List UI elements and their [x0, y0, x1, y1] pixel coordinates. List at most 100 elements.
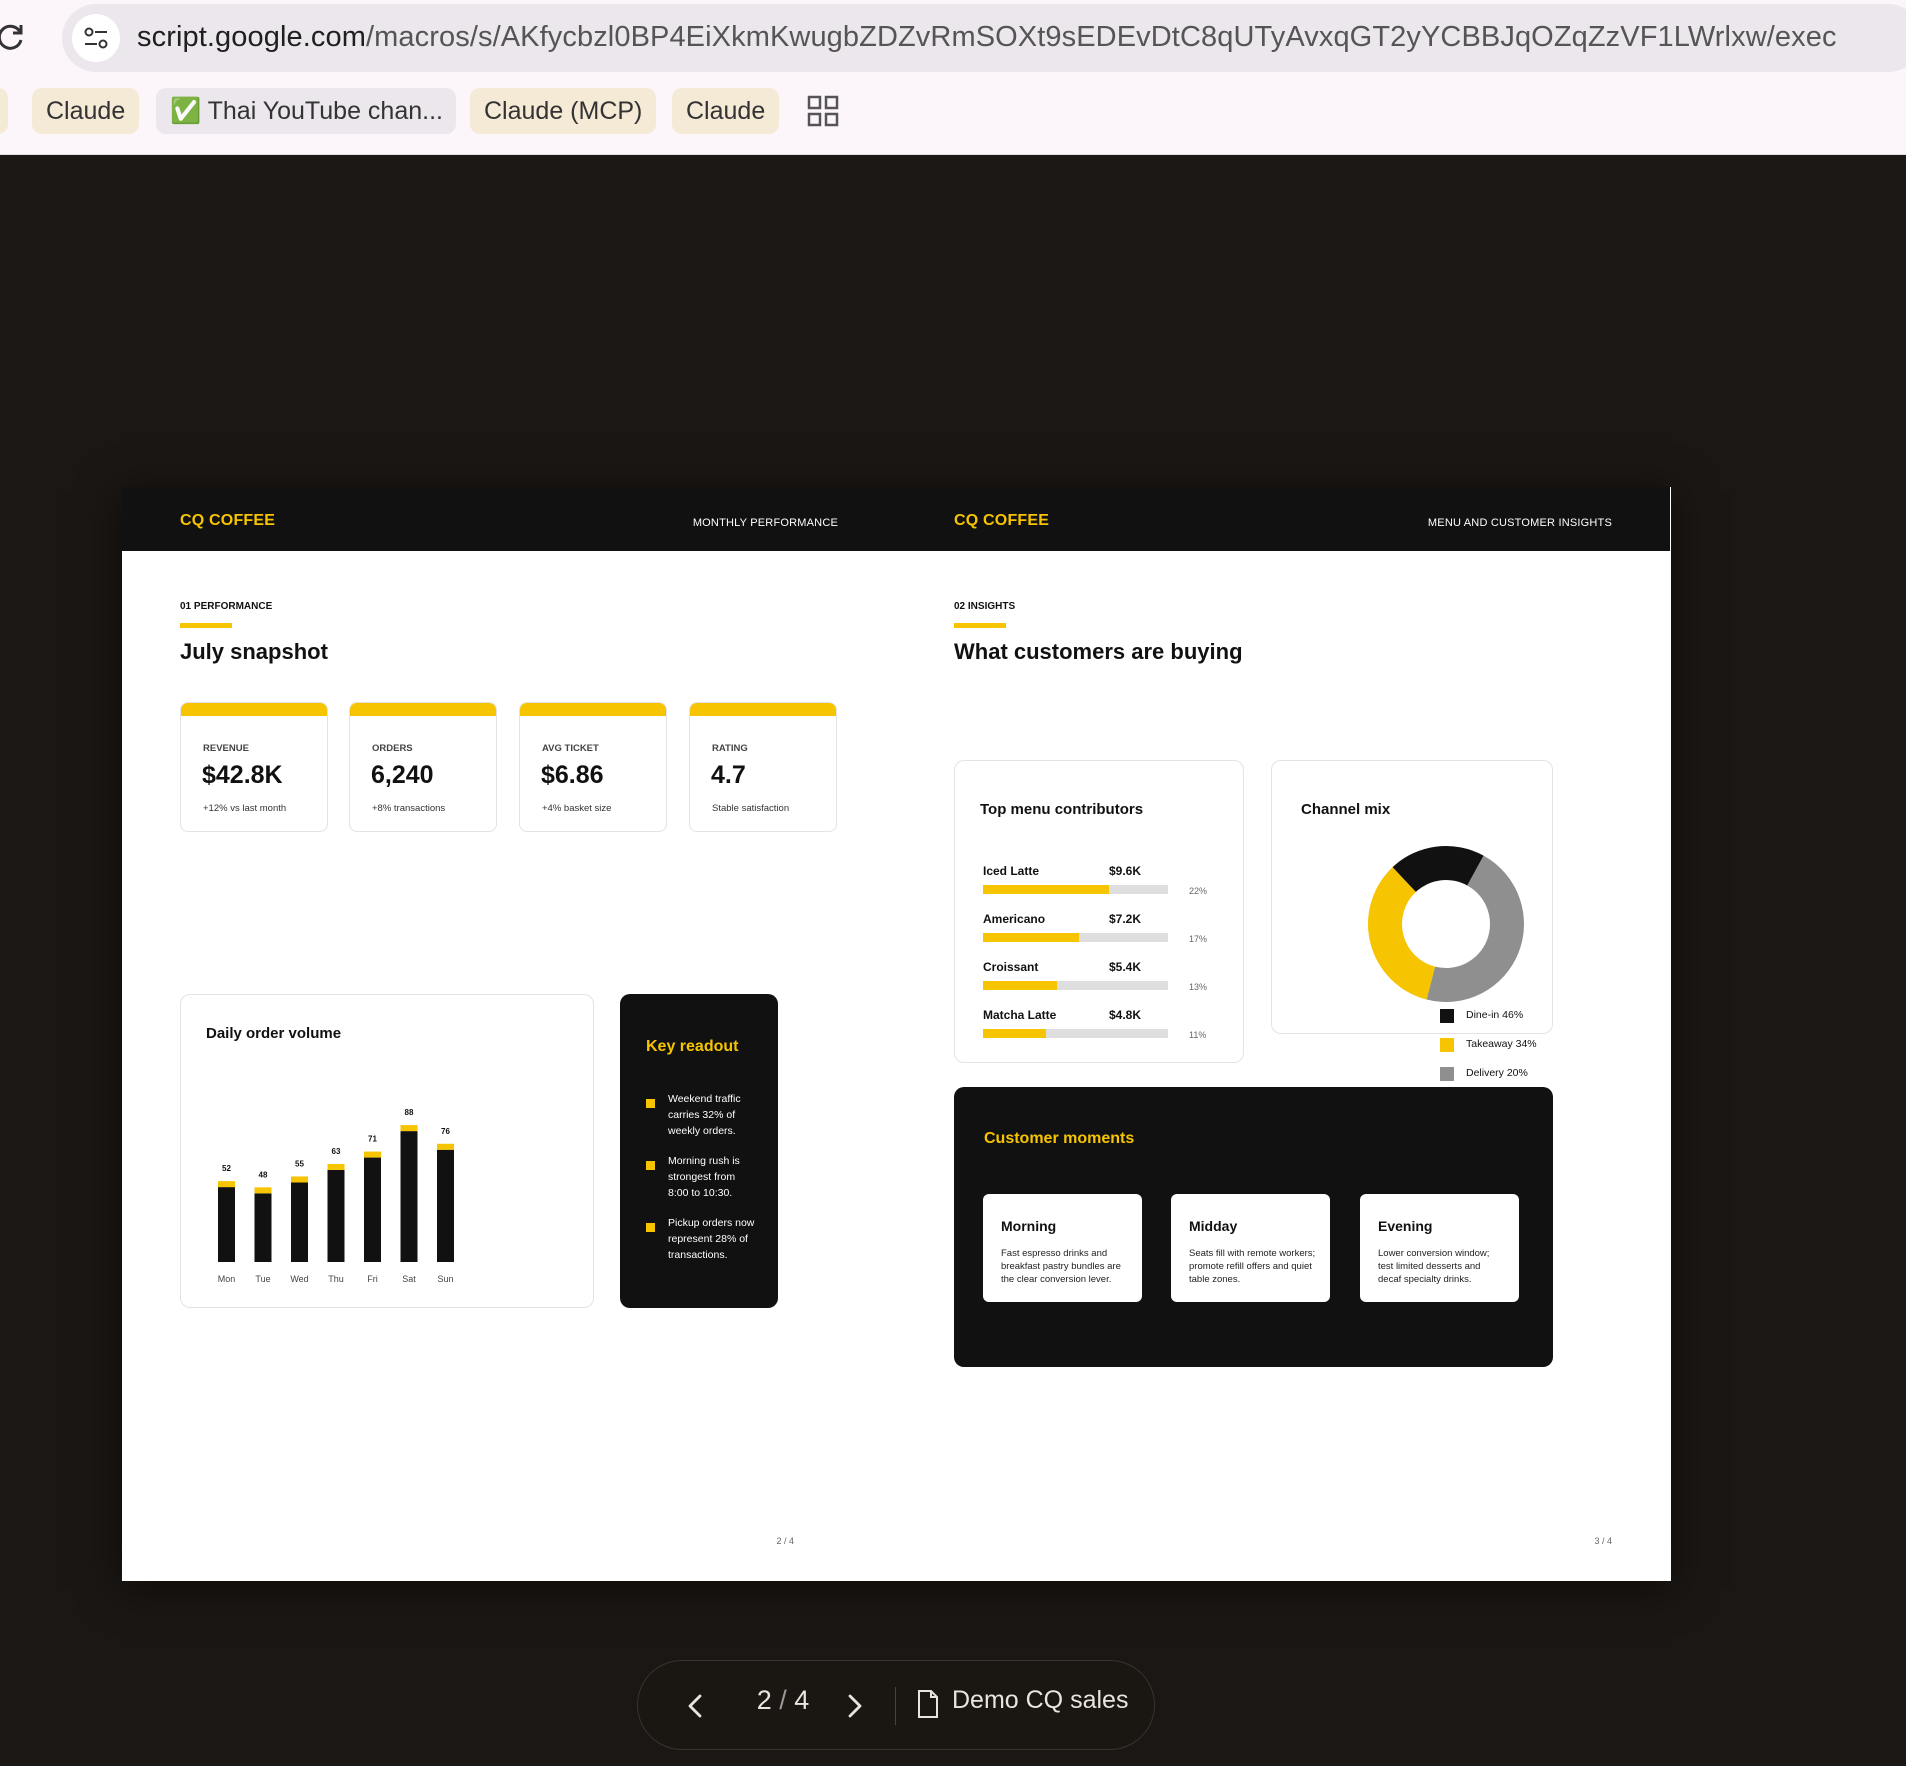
progress-track [983, 1029, 1168, 1038]
browser-chrome: script.google.com/macros/s/AKfycbzl0BP4E… [0, 0, 1906, 155]
legend-swatch [1440, 1038, 1454, 1052]
bookmark-partial[interactable] [0, 88, 8, 134]
daily-orders-card: 52 Mon 48 Tue 55 Wed 63 Thu 71 Fri 88 Sat 76 Sun Dail… [180, 994, 594, 1308]
menu-item-name: Matcha Latte [983, 1008, 1057, 1022]
bar-cap [254, 1187, 272, 1194]
moment-text: Lower conversion window; test limited de… [1378, 1248, 1490, 1285]
data-label: 55 [295, 1159, 304, 1168]
tick-label: Sat [402, 1274, 416, 1284]
bar-cap [364, 1151, 381, 1158]
brand-logo: CQ COFFEE [954, 512, 1050, 529]
menu-item: Americano $7.2K 17% [983, 912, 1223, 952]
kpi-label: RATING [712, 743, 748, 754]
apps-grid-icon[interactable] [807, 95, 839, 127]
bookmark-claude[interactable]: Claude [32, 88, 140, 134]
url-text[interactable]: script.google.com/macros/s/AKfycbzl0BP4E… [137, 21, 1837, 54]
page-separator: / [779, 1685, 787, 1715]
slide-insights: CQ COFFEE MENU AND CUSTOMER INSIGHTS 02 … [896, 487, 1670, 1581]
kpi-note: +8% transactions [372, 803, 446, 814]
progress-track [983, 981, 1168, 990]
kpi-accent [350, 703, 496, 716]
site-info-button[interactable] [72, 14, 120, 62]
header-title: MENU AND CUSTOMER INSIGHTS [1427, 517, 1612, 529]
bar-cap [218, 1181, 235, 1188]
kpi-card-revenue: REVENUE $42.8K +12% vs last month [180, 702, 328, 832]
data-label: 48 [259, 1170, 268, 1179]
moment-text: Seats fill with remote workers; promote … [1189, 1248, 1316, 1285]
bookmarks-bar: Claude ✅ Thai YouTube chan... Claude (MC… [0, 88, 1906, 134]
menu-item-name: Americano [983, 912, 1046, 926]
bar [218, 1187, 235, 1262]
kpi-accent [181, 703, 327, 716]
moment-title: Evening [1378, 1218, 1433, 1234]
kpi-value: 4.7 [711, 761, 746, 789]
bookmark-thai-youtube[interactable]: ✅ Thai YouTube chan... [156, 88, 456, 134]
key-readout-panel: Key readout Weekend traffic carries 32% … [620, 994, 778, 1308]
current-page: 2 [756, 1685, 772, 1715]
moment-card-morning: Morning Fast espresso drinks and breakfa… [983, 1194, 1142, 1302]
legend-item: Dine-in 46% [1440, 1007, 1580, 1023]
bar [437, 1149, 454, 1262]
previous-page-button[interactable] [676, 1686, 716, 1726]
tick-label: Tue [255, 1274, 270, 1284]
eyebrow-accent [954, 623, 1006, 628]
daily-orders-chart: 52 Mon 48 Tue 55 Wed 63 Thu 71 Fri 88 Sat 76 Sun [218, 1108, 454, 1284]
bar [291, 1182, 308, 1262]
legend-label: Dine-in 46% [1466, 1009, 1524, 1021]
reload-icon[interactable] [0, 20, 28, 54]
card-title: Channel mix [1301, 801, 1391, 818]
address-bar[interactable]: script.google.com/macros/s/AKfycbzl0BP4E… [62, 4, 1906, 72]
document-icon [918, 1690, 938, 1718]
brand-logo: CQ COFFEE [180, 512, 276, 529]
bookmark-claude-mcp[interactable]: Claude (MCP) [470, 88, 657, 134]
section-eyebrow: 01 PERFORMANCE [180, 601, 273, 612]
data-label: 63 [332, 1147, 341, 1156]
channel-mix-donut [1368, 846, 1524, 1002]
menu-item-pct: 11% [1189, 1030, 1207, 1040]
bar [327, 1170, 345, 1262]
url-host: script.google.com [137, 21, 366, 53]
next-page-button[interactable] [834, 1686, 874, 1726]
kpi-note: Stable satisfaction [712, 803, 790, 814]
menu-item-value: $7.2K [1109, 912, 1142, 926]
header-title: MONTHLY PERFORMANCE [692, 517, 838, 529]
bar [364, 1157, 381, 1262]
tick-label: Wed [290, 1274, 308, 1284]
menu-item-pct: 13% [1189, 982, 1208, 992]
kpi-value: $6.86 [541, 761, 604, 789]
progress-fill [983, 933, 1080, 942]
bullet-icon [646, 1161, 655, 1170]
data-label: 71 [368, 1135, 377, 1144]
moment-card-evening: Evening Lower conversion window; test li… [1360, 1194, 1519, 1302]
total-pages: 4 [794, 1685, 810, 1715]
tick-label: Thu [328, 1274, 344, 1284]
readout-title: Key readout [646, 1038, 739, 1055]
menu-item-pct: 22% [1189, 886, 1208, 896]
card-title: Top menu contributors [980, 801, 1144, 818]
readout-text: Morning rush is strongest from 8:00 to 1… [668, 1155, 740, 1199]
moment-card-midday: Midday Seats fill with remote workers; p… [1171, 1194, 1330, 1302]
moments-title: Customer moments [984, 1130, 1135, 1147]
bar [254, 1193, 272, 1262]
bookmark-claude-2[interactable]: Claude [672, 88, 780, 134]
slide-header: CQ COFFEE MENU AND CUSTOMER INSIGHTS [896, 487, 1670, 551]
bar-cap [400, 1125, 418, 1132]
bullet-icon [646, 1099, 655, 1108]
bar-cap [437, 1143, 454, 1150]
slide-header: CQ COFFEE MONTHLY PERFORMANCE [122, 487, 896, 551]
menu-item-value: $9.6K [1109, 864, 1142, 878]
tick-label: Fri [367, 1274, 378, 1284]
progress-fill [983, 885, 1109, 894]
tune-icon [84, 27, 108, 49]
document-name[interactable]: Demo CQ sales [952, 1686, 1128, 1715]
legend-item: Delivery 20% [1440, 1065, 1580, 1081]
menu-item-name: Iced Latte [983, 864, 1040, 878]
page-counter: 2 / 4 [738, 1685, 828, 1716]
bar [400, 1131, 418, 1262]
slide-performance: CQ COFFEE MONTHLY PERFORMANCE 01 PERFORM… [122, 487, 896, 1581]
kpi-note: +4% basket size [542, 803, 612, 814]
kpi-card-rating: RATING 4.7 Stable satisfaction [689, 702, 837, 832]
menu-item: Croissant $5.4K 13% [983, 960, 1223, 1000]
progress-fill [983, 1029, 1046, 1038]
legend-swatch [1440, 1067, 1454, 1081]
